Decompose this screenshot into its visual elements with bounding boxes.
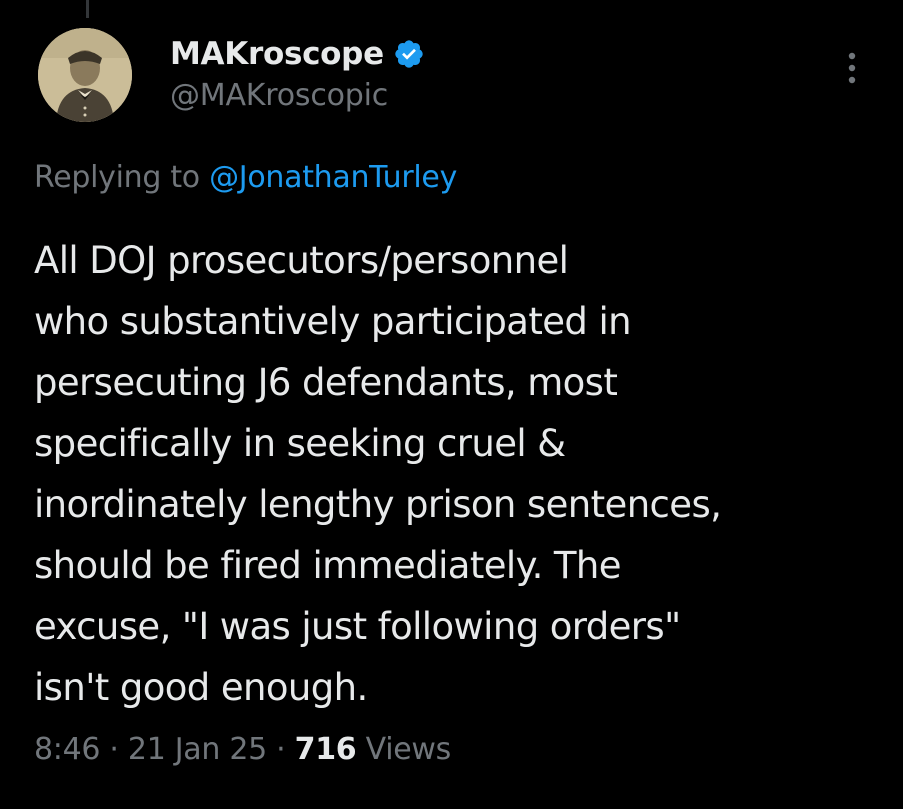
meta-separator: · xyxy=(109,732,119,767)
replying-to-label: Replying to xyxy=(34,160,200,195)
tweet-time[interactable]: 8:46 xyxy=(34,732,100,767)
more-options-icon[interactable] xyxy=(835,48,869,88)
tweet-line: should be fired immediately. The xyxy=(34,544,622,587)
reply-mention-link[interactable]: @JonathanTurley xyxy=(209,160,457,195)
views-label[interactable]: Views xyxy=(366,732,452,767)
views-count[interactable]: 716 xyxy=(295,732,357,767)
user-handle[interactable]: @MAKroscopic xyxy=(170,78,425,113)
avatar-image xyxy=(38,28,132,122)
tweet-line: specifically in seeking cruel & xyxy=(34,422,566,465)
tweet-line: inordinately lengthy prison sentences, xyxy=(34,483,722,526)
tweet-line: persecuting J6 defendants, most xyxy=(34,361,618,404)
display-name-row: MAKroscope xyxy=(170,32,425,76)
avatar[interactable] xyxy=(38,28,132,122)
tweet-line: All DOJ prosecutors/personnel xyxy=(34,239,569,282)
tweet-line: excuse, "I was just following orders" xyxy=(34,605,681,648)
display-name[interactable]: MAKroscope xyxy=(170,36,384,72)
tweet-line: isn't good enough. xyxy=(34,666,368,709)
verified-badge-icon[interactable] xyxy=(393,38,425,70)
tweet-line: who substantively participated in xyxy=(34,300,632,343)
tweet-text: All DOJ prosecutors/personnel who substa… xyxy=(34,230,884,718)
replying-to: Replying to @JonathanTurley xyxy=(34,160,457,195)
tweet-meta: 8:46 · 21 Jan 25 · 716 Views xyxy=(34,732,451,767)
tweet-date[interactable]: 21 Jan 25 xyxy=(128,732,267,767)
author-block: MAKroscope @MAKroscopic xyxy=(170,32,425,113)
meta-separator: · xyxy=(276,732,286,767)
thread-connector-line xyxy=(86,0,89,18)
